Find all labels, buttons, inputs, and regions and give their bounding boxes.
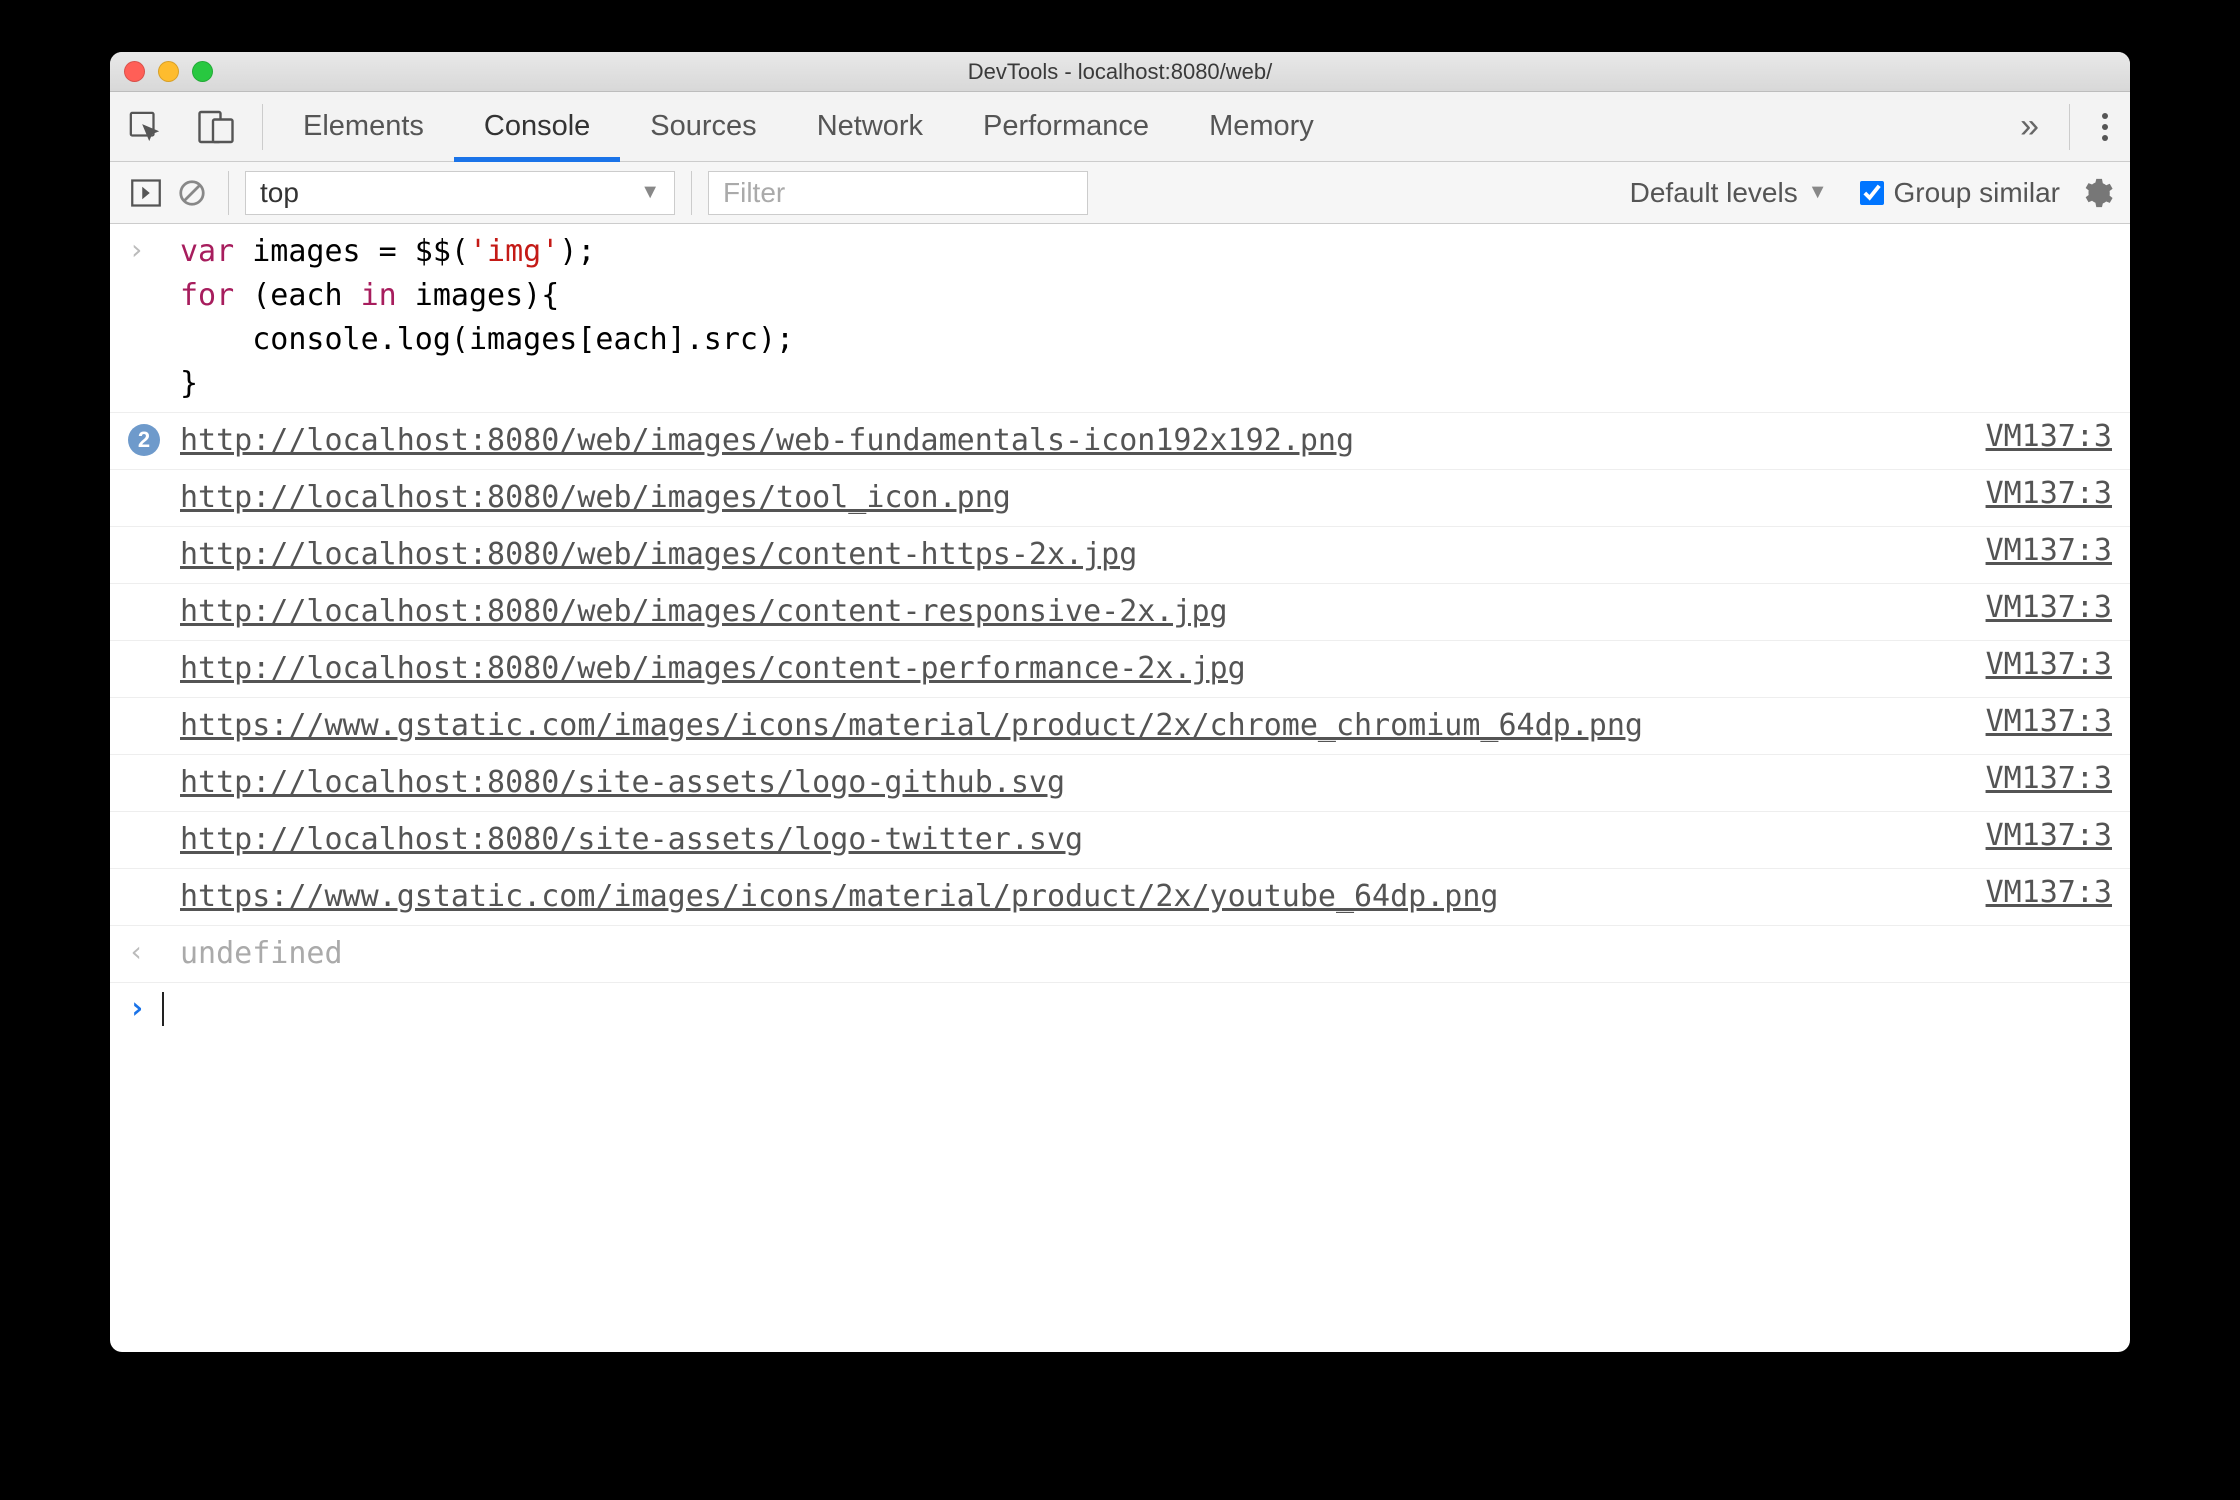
window-controls bbox=[124, 61, 213, 82]
console-return-row: ‹ undefined bbox=[110, 926, 2130, 983]
console-toolbar: top ▼ Default levels ▼ Group similar bbox=[110, 162, 2130, 224]
devtools-tabs: Elements Console Sources Network Perform… bbox=[110, 92, 2130, 162]
more-options-icon[interactable] bbox=[2080, 113, 2130, 141]
log-link[interactable]: http://localhost:8080/web/images/content… bbox=[180, 594, 1228, 629]
repeat-count-badge: 2 bbox=[128, 424, 160, 456]
source-link[interactable]: VM137:3 bbox=[1966, 875, 2112, 910]
tab-network[interactable]: Network bbox=[787, 92, 953, 161]
console-input-echo: › var images = $$('img'); for (each in i… bbox=[110, 224, 2130, 413]
console-log-row: 2 http://localhost:8080/web/images/web-fu… bbox=[110, 413, 2130, 470]
console-log-row: https://www.gstatic.com/images/icons/mat… bbox=[110, 698, 2130, 755]
close-window-button[interactable] bbox=[124, 61, 145, 82]
log-link[interactable]: http://localhost:8080/web/images/content… bbox=[180, 651, 1246, 686]
dropdown-arrow-icon: ▼ bbox=[1808, 181, 1828, 204]
source-link[interactable]: VM137:3 bbox=[1966, 647, 2112, 682]
log-link[interactable]: https://www.gstatic.com/images/icons/mat… bbox=[180, 708, 1643, 743]
source-link[interactable]: VM137:3 bbox=[1966, 533, 2112, 568]
titlebar: DevTools - localhost:8080/web/ bbox=[110, 52, 2130, 92]
console-log-row: http://localhost:8080/web/images/tool_ic… bbox=[110, 470, 2130, 527]
tab-elements[interactable]: Elements bbox=[273, 92, 454, 161]
tab-console[interactable]: Console bbox=[454, 92, 620, 161]
source-link[interactable]: VM137:3 bbox=[1966, 761, 2112, 796]
group-similar-label: Group similar bbox=[1894, 177, 2060, 209]
source-link[interactable]: VM137:3 bbox=[1966, 419, 2112, 454]
inspect-element-icon[interactable] bbox=[110, 92, 180, 161]
toggle-sidebar-icon[interactable] bbox=[126, 174, 166, 212]
context-selector-value: top bbox=[260, 177, 299, 209]
minimize-window-button[interactable] bbox=[158, 61, 179, 82]
prompt-chevron-icon: › bbox=[128, 991, 146, 1026]
dropdown-arrow-icon: ▼ bbox=[640, 181, 660, 204]
window-title: DevTools - localhost:8080/web/ bbox=[968, 59, 1273, 85]
zoom-window-button[interactable] bbox=[192, 61, 213, 82]
console-log-row: http://localhost:8080/web/images/content… bbox=[110, 584, 2130, 641]
console-log-row: https://www.gstatic.com/images/icons/mat… bbox=[110, 869, 2130, 926]
log-levels-selector[interactable]: Default levels ▼ bbox=[1630, 177, 1828, 209]
log-link[interactable]: https://www.gstatic.com/images/icons/mat… bbox=[180, 879, 1499, 914]
filter-input[interactable] bbox=[708, 171, 1088, 215]
console-settings-icon[interactable] bbox=[2080, 176, 2114, 210]
device-toolbar-icon[interactable] bbox=[180, 92, 252, 161]
console-prompt[interactable]: › bbox=[110, 983, 2130, 1034]
text-caret bbox=[162, 992, 164, 1026]
source-link[interactable]: VM137:3 bbox=[1966, 476, 2112, 511]
log-link[interactable]: http://localhost:8080/site-assets/logo-t… bbox=[180, 822, 1083, 857]
return-value: undefined bbox=[180, 932, 2112, 976]
code-text: var images = $$('img'); for (each in ima… bbox=[180, 230, 2112, 406]
log-levels-label: Default levels bbox=[1630, 177, 1798, 209]
console-log-row: http://localhost:8080/web/images/content… bbox=[110, 527, 2130, 584]
log-link[interactable]: http://localhost:8080/web/images/web-fun… bbox=[180, 423, 1354, 458]
source-link[interactable]: VM137:3 bbox=[1966, 590, 2112, 625]
group-similar-checkbox[interactable] bbox=[1860, 181, 1884, 205]
tab-performance[interactable]: Performance bbox=[953, 92, 1179, 161]
tabs-overflow-icon[interactable]: » bbox=[2000, 107, 2059, 146]
gutter: 2 bbox=[128, 419, 180, 459]
log-link[interactable]: http://localhost:8080/site-assets/logo-g… bbox=[180, 765, 1065, 800]
log-link[interactable]: http://localhost:8080/web/images/tool_ic… bbox=[180, 480, 1011, 515]
input-marker-icon: › bbox=[128, 230, 180, 270]
return-marker-icon: ‹ bbox=[128, 932, 180, 972]
source-link[interactable]: VM137:3 bbox=[1966, 704, 2112, 739]
clear-console-icon[interactable] bbox=[172, 174, 212, 212]
group-similar-toggle[interactable]: Group similar bbox=[1860, 177, 2060, 209]
tab-memory[interactable]: Memory bbox=[1179, 92, 1344, 161]
devtools-window: DevTools - localhost:8080/web/ Elements … bbox=[110, 52, 2130, 1352]
context-selector[interactable]: top ▼ bbox=[245, 171, 675, 215]
console-output: › var images = $$('img'); for (each in i… bbox=[110, 224, 2130, 1352]
log-link[interactable]: http://localhost:8080/web/images/content… bbox=[180, 537, 1137, 572]
source-link[interactable]: VM137:3 bbox=[1966, 818, 2112, 853]
tab-sources[interactable]: Sources bbox=[620, 92, 786, 161]
console-log-row: http://localhost:8080/web/images/content… bbox=[110, 641, 2130, 698]
console-log-row: http://localhost:8080/site-assets/logo-t… bbox=[110, 812, 2130, 869]
console-log-row: http://localhost:8080/site-assets/logo-g… bbox=[110, 755, 2130, 812]
